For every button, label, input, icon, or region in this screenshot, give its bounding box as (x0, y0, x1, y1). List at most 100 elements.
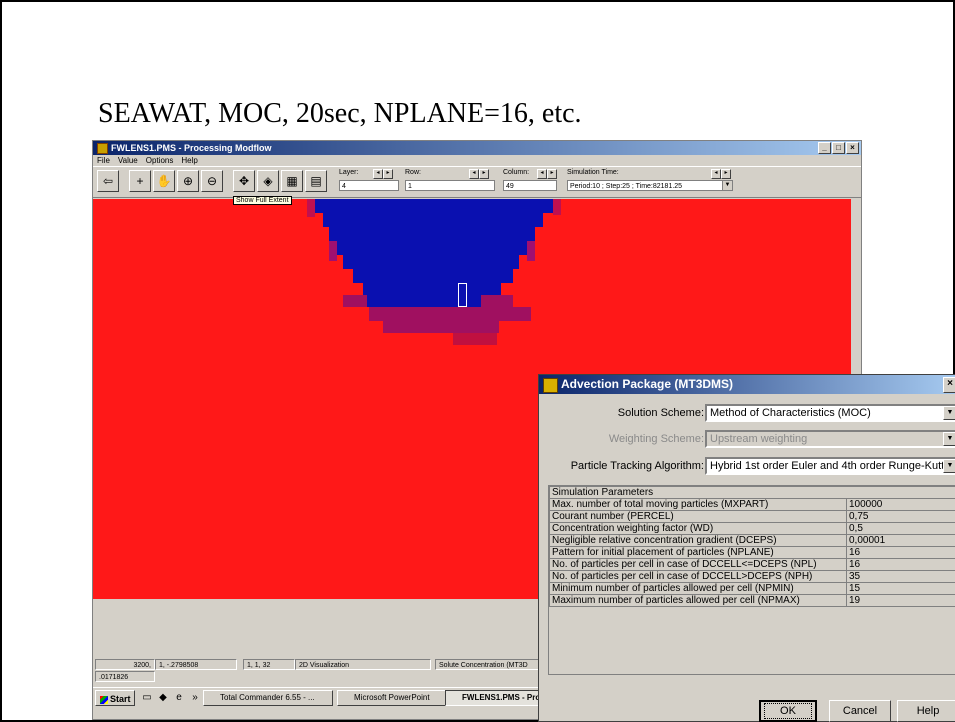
windows-flag-icon (100, 695, 108, 704)
zoom-in-icon[interactable]: ⊕ (177, 170, 199, 192)
parameter-header: Simulation Parameters (549, 486, 955, 499)
task-powerpoint[interactable]: Microsoft PowerPoint (337, 690, 457, 706)
dialog-titlebar[interactable]: Advection Package (MT3DMS) × (539, 375, 955, 394)
lens-cell (453, 333, 497, 345)
move-icon[interactable]: ◈ (257, 170, 279, 192)
parameter-value[interactable]: 15 (846, 582, 955, 595)
parameter-name: Concentration weighting factor (WD) (549, 522, 847, 535)
parameter-row[interactable]: Minimum number of particles allowed per … (549, 582, 955, 595)
parameter-name: Courant number (PERCEL) (549, 510, 847, 523)
solution-value: Method of Characteristics (MOC) (710, 407, 871, 419)
column-spinner[interactable]: ◂ ▸ (537, 169, 557, 179)
cancel-button[interactable]: Cancel (829, 700, 891, 722)
solution-label: Solution Scheme: (617, 407, 704, 419)
layer-label: Layer: (339, 169, 359, 176)
lens-cell (343, 295, 367, 307)
parameter-row[interactable]: Negligible relative concentration gradie… (549, 534, 955, 547)
slide-title: SEAWAT, MOC, 20sec, NPLANE=16, etc. (98, 98, 582, 129)
window-controls: _ □ × (818, 142, 859, 154)
zoom-out-icon[interactable]: ⊖ (201, 170, 223, 192)
status-parameter: Solute Concentration (MT3D (435, 659, 545, 670)
row-label: Row: (405, 169, 421, 176)
grid-lines-icon[interactable]: ▤ (305, 170, 327, 192)
layer-field[interactable]: 4 (339, 180, 399, 191)
task-label: Microsoft PowerPoint (354, 693, 430, 702)
parameter-value[interactable]: 0,75 (846, 510, 955, 523)
maximize-button[interactable]: □ (832, 142, 845, 154)
parameter-value[interactable]: 16 (846, 558, 955, 571)
parameter-row[interactable]: Courant number (PERCEL) 0,75 (549, 510, 955, 523)
weighting-select: Upstream weighting ▼ (705, 430, 955, 448)
lens-cell (481, 295, 513, 307)
column-field[interactable]: 49 (503, 180, 557, 191)
help-label: Help (916, 705, 940, 717)
parameter-name: Negligible relative concentration gradie… (549, 534, 847, 547)
parameter-value[interactable]: 35 (846, 570, 955, 583)
cell-cursor (458, 283, 467, 307)
menu-bar: File Value Options Help (93, 155, 861, 166)
browser-icon[interactable]: ◆ (157, 692, 169, 704)
crosshair-icon[interactable]: + (129, 170, 151, 192)
close-button[interactable]: × (846, 142, 859, 154)
lens-cell (315, 199, 553, 213)
parameter-row[interactable]: No. of particles per cell in case of DCC… (549, 570, 955, 583)
menu-options[interactable]: Options (146, 156, 174, 165)
full-extent-icon[interactable]: ✥ (233, 170, 255, 192)
lens-cell (329, 241, 337, 261)
chevron-down-icon[interactable]: ▼ (722, 181, 732, 190)
start-button[interactable]: Start (95, 690, 135, 706)
task-pmwin[interactable]: FWLENS1.PMS - Pro (445, 690, 545, 706)
parameter-table: Simulation Parameters Max. number of tot… (549, 486, 955, 607)
dialog-title: Advection Package (MT3DMS) (561, 377, 734, 391)
advection-dialog: Advection Package (MT3DMS) × Solution Sc… (538, 374, 955, 722)
lens-cell (343, 255, 519, 269)
lens-cell (527, 241, 535, 261)
pmwin-titlebar[interactable]: FWLENS1.PMS - Processing Modflow _ □ × (93, 141, 861, 155)
parameter-row[interactable]: Concentration weighting factor (WD) 0,5 (549, 522, 955, 535)
parameter-row[interactable]: Max. number of total moving particles (M… (549, 498, 955, 511)
task-total-commander[interactable]: Total Commander 6.55 - ... (203, 690, 333, 706)
grid-icon[interactable]: ▦ (281, 170, 303, 192)
parameter-value[interactable]: 100000 (846, 498, 955, 511)
tracking-select[interactable]: Hybrid 1st order Euler and 4th order Run… (705, 457, 955, 475)
parameter-panel: Simulation Parameters Max. number of tot… (548, 485, 955, 675)
desktop-icon[interactable]: ▭ (141, 692, 153, 704)
chevron-down-icon[interactable]: ▼ (943, 459, 955, 473)
ok-button[interactable]: OK (759, 700, 817, 722)
status-cell: 1, 1, 32 (243, 659, 295, 670)
layer-spinner[interactable]: ◂ ▸ (373, 169, 393, 179)
row-field[interactable]: 1 (405, 180, 495, 191)
menu-help[interactable]: Help (181, 156, 197, 165)
leave-icon[interactable]: ⇦ (97, 170, 119, 192)
hand-pan-icon[interactable]: ✋ (153, 170, 175, 192)
menu-value[interactable]: Value (118, 156, 138, 165)
parameter-value[interactable]: 19 (846, 594, 955, 607)
parameter-row[interactable]: Pattern for initial placement of particl… (549, 546, 955, 559)
ie-icon[interactable]: e (173, 692, 185, 704)
parameter-value[interactable]: 0,5 (846, 522, 955, 535)
status-coords: 3200, (95, 659, 155, 670)
parameter-value[interactable]: 0,00001 (846, 534, 955, 547)
lens-cell (307, 199, 315, 217)
parameter-name: Max. number of total moving particles (M… (549, 498, 847, 511)
parameter-name: Minimum number of particles allowed per … (549, 582, 847, 595)
parameter-name: Pattern for initial placement of particl… (549, 546, 847, 559)
chevron-down-icon[interactable]: ▼ (943, 406, 955, 420)
close-icon[interactable]: × (943, 377, 955, 393)
parameter-name: No. of particles per cell in case of DCC… (549, 558, 847, 571)
simtime-spinner[interactable]: ◂ ▸ (711, 169, 731, 179)
help-button[interactable]: Help (897, 700, 955, 722)
lens-cell (363, 283, 501, 295)
simtime-select[interactable]: Period:10 ; Step:25 ; Time:82181.25 ▼ (567, 180, 733, 191)
solution-select[interactable]: Method of Characteristics (MOC) ▼ (705, 404, 955, 422)
menu-file[interactable]: File (97, 156, 110, 165)
lens-cell (369, 307, 531, 321)
ok-label: OK (764, 703, 812, 719)
parameter-row[interactable]: Maximum number of particles allowed per … (549, 594, 955, 607)
more-icon[interactable]: » (189, 692, 201, 704)
parameter-value[interactable]: 16 (846, 546, 955, 559)
app-icon (97, 142, 108, 154)
parameter-row[interactable]: No. of particles per cell in case of DCC… (549, 558, 955, 571)
minimize-button[interactable]: _ (818, 142, 831, 154)
row-spinner[interactable]: ◂ ▸ (469, 169, 489, 179)
